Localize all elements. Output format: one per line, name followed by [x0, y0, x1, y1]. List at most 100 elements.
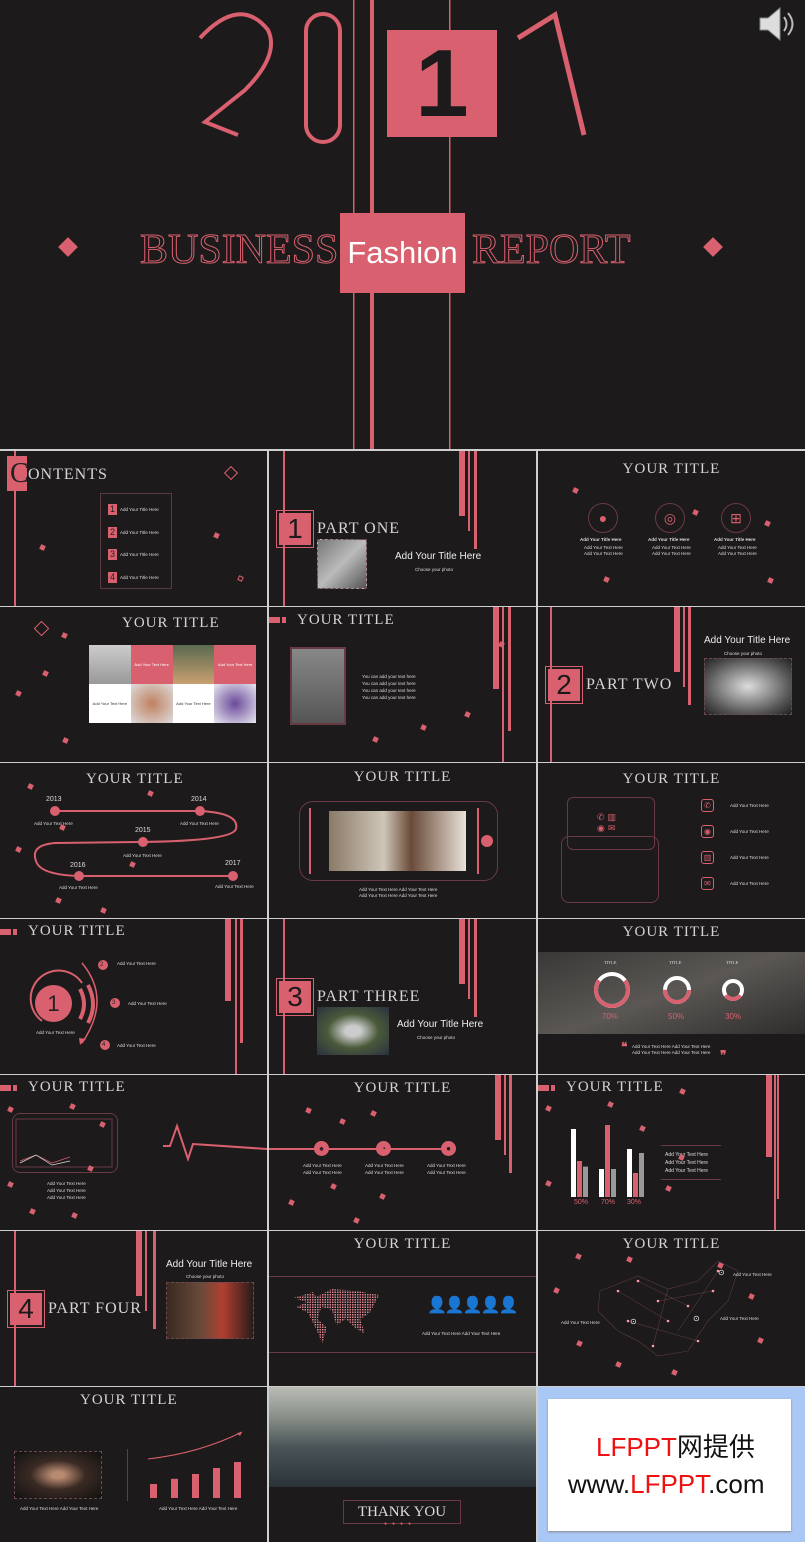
grid-text: Add Your Text Here [130, 645, 173, 684]
part-label: PART TWO [586, 676, 673, 693]
part-label: PART THREE [317, 988, 421, 1005]
slide-china-map[interactable]: YOUR TITLE ⊙ ⊙ ⊙ Add Your Text Here Add Y… [538, 1231, 805, 1386]
speaker-icon[interactable] [756, 5, 796, 43]
slide-thank-you[interactable]: THANK YOU ●●●● [269, 1387, 536, 1542]
slide-part-one[interactable]: 1 PART ONE Add Your Title Here Choose yo… [269, 451, 536, 606]
grid-photo[interactable] [172, 645, 215, 684]
growth-bar [171, 1478, 178, 1498]
contents-item[interactable]: 1 Add Your Title Here [108, 504, 159, 515]
slide-nodes[interactable]: YOUR TITLE ♠ ◔ ● Add Your Text Here Add Y… [269, 1075, 536, 1230]
part-number: 3 [276, 978, 314, 1016]
photo-sub: Choose your photo [417, 1035, 456, 1040]
heartbeat-line [15, 1118, 267, 1168]
slide-cover[interactable]: 207 1 BUSINESS Fashion REPORT [0, 0, 805, 449]
photo[interactable] [329, 811, 466, 871]
slide-devices[interactable]: YOUR TITLE ✆▥ ◉✉ ✆ ◉ ▥ ✉ Add Your Text He… [538, 763, 805, 918]
slide-timeline[interactable]: YOUR TITLE 2013 Add Your Text Here 2014 Ad… [0, 763, 267, 918]
photo[interactable] [317, 539, 367, 589]
grid-text: Add Your Text Here [172, 684, 215, 723]
diamond-icon [33, 620, 50, 637]
diamond-icon [223, 465, 239, 481]
cover-business: BUSINESS [139, 227, 339, 274]
photo[interactable] [317, 1007, 389, 1055]
location-pin-icon: ⊙ [718, 1268, 725, 1277]
growth-bar [150, 1484, 157, 1498]
slide-growth[interactable]: YOUR TITLE Add Your Text Here Add Your T… [0, 1387, 267, 1542]
world-map [293, 1289, 380, 1343]
slide-donuts[interactable]: YOUR TITLE TITLE TITLE TITLE 70% 50% 30%… [538, 919, 805, 1074]
photo-title: Add Your Title Here [166, 1259, 253, 1270]
quote-open-icon: ❝ [621, 1040, 628, 1054]
slide-part-two[interactable]: 2 PART TWO Add Your Title Here Choose yo… [538, 607, 805, 762]
contents-item[interactable]: 4 Add Your Title Here [108, 572, 159, 583]
device-outline [561, 836, 659, 903]
location-pin-icon: ⊙ [693, 1314, 700, 1323]
slide-world-map[interactable]: YOUR TITLE 👤👤👤👤👤 Add Your Text Here Add … [269, 1231, 536, 1386]
growth-bar [192, 1474, 199, 1498]
foot-icon: ● [588, 503, 618, 533]
brand-text: LFPPT网提供 [596, 1432, 755, 1462]
slide-title: YOUR TITLE [122, 615, 220, 631]
slide-icons[interactable]: YOUR TITLE ● ◎ ⊞ Add Your Title Here Add … [538, 451, 805, 606]
contents-item[interactable]: 2 Add Your Title Here [108, 527, 159, 538]
slide-title: YOUR TITLE [353, 1236, 452, 1252]
photo-title: Add Your Title Here [395, 551, 482, 562]
grid-photo[interactable] [89, 645, 131, 684]
photo[interactable] [704, 658, 792, 715]
bar [599, 1169, 604, 1197]
contents-title: ONTENTS [28, 466, 108, 483]
grid-text: Add Your Text Here [214, 645, 256, 684]
growth-chart [147, 1431, 243, 1498]
part-label: PART FOUR [48, 1300, 142, 1317]
slide-photo-text[interactable]: YOUR TITLE You can add your text here You… [269, 607, 536, 762]
eye-icon: ◉ [701, 825, 714, 838]
part-number: 1 [276, 510, 314, 548]
photo[interactable] [166, 1282, 254, 1339]
part-number: 4 [7, 1290, 45, 1328]
part-number: 2 [545, 666, 583, 704]
home-button[interactable] [481, 835, 493, 847]
people-icons: 👤👤👤👤👤 [427, 1297, 519, 1314]
quote-close-icon: ❞ [720, 1048, 727, 1062]
mail-icon: ✉ [701, 877, 714, 890]
growth-bar [213, 1468, 220, 1498]
slide-part-four[interactable]: 4 PART FOUR Add Your Title Here Choose y… [0, 1231, 267, 1386]
brand-url[interactable]: www.LFPPT.com [568, 1469, 765, 1500]
slide-steps[interactable]: YOUR TITLE 1 Add Your Text Here 2 Add You… [0, 919, 267, 1074]
weibo-icon: ◔ [376, 1141, 391, 1156]
photo[interactable] [290, 647, 346, 725]
wechat-icon: ● [441, 1141, 456, 1156]
slide-part-three[interactable]: 3 PART THREE Add Your Title Here Choose … [269, 919, 536, 1074]
slide-brand[interactable]: LFPPT网提供 www.LFPPT.com [538, 1387, 805, 1542]
slide-heartbeat[interactable]: YOUR TITLE Add Your Text Here Add Your Te… [0, 1075, 267, 1230]
slide-title: YOUR TITLE [622, 771, 721, 787]
city-photo [269, 1387, 536, 1487]
app-icons: ✆▥ ◉✉ [597, 812, 620, 833]
grid-icon: ⊞ [721, 503, 751, 533]
bar [605, 1125, 610, 1197]
bar [611, 1169, 616, 1197]
grid-photo[interactable] [214, 684, 256, 723]
bar [627, 1149, 632, 1197]
cover-report: REPORT [472, 227, 632, 274]
brand-card: LFPPT网提供 www.LFPPT.com [548, 1399, 791, 1531]
slide-title: YOUR TITLE [622, 461, 721, 477]
phone-icon: ✆ [701, 799, 714, 812]
contents-item[interactable]: 3 Add Your Title Here [108, 549, 159, 560]
photo-title: Add Your Title Here [397, 1019, 484, 1030]
timeline-path [33, 806, 238, 881]
photo-sub: Choose your photo [415, 567, 454, 572]
slide-contents[interactable]: C ONTENTS 1 Add Your Title Here 2 Add Your… [0, 451, 267, 606]
bar [577, 1161, 582, 1197]
slide-title: YOUR TITLE [297, 612, 395, 628]
slide-phone[interactable]: YOUR TITLE Add Your Text Here Add Your T… [269, 763, 536, 918]
slide-title: YOUR TITLE [353, 769, 452, 785]
step-main: 1 [35, 985, 72, 1022]
dots-decoration: ●●●● [384, 1521, 417, 1527]
slide-photo-grid[interactable]: YOUR TITLE Add Your Text Here Add Your T… [0, 607, 267, 762]
grid-text: Add Your Text Here [89, 684, 131, 723]
grid-photo[interactable] [130, 684, 173, 723]
slide-bar-chart[interactable]: YOUR TITLE 50% 70% 30% Add Your Text Her… [538, 1075, 805, 1230]
bell-icon: ♠ [314, 1141, 329, 1156]
cover-fashion-box: Fashion [340, 213, 465, 293]
